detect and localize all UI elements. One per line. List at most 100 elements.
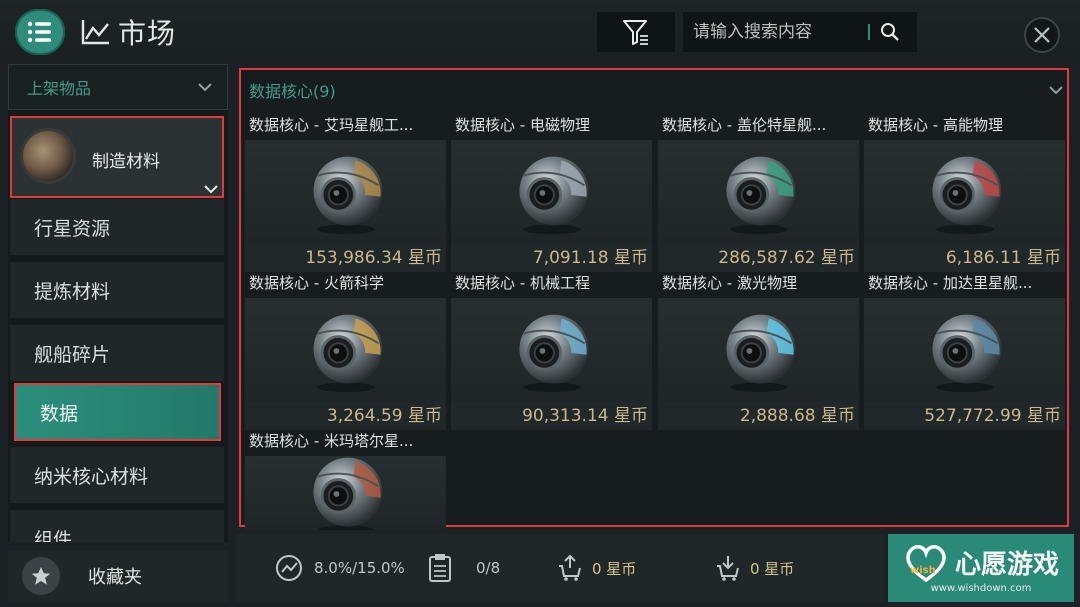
item-price: 3,264.59 星币: [245, 402, 446, 430]
item-image: [245, 456, 446, 530]
category-manufacturing-materials[interactable]: 制造材料: [10, 116, 224, 198]
datacore-orb-icon: [518, 314, 588, 393]
item-card[interactable]: 数据核心 - 机械工程 90,313.14 星币: [451, 272, 652, 432]
item-image: [245, 140, 446, 244]
heart-logo-icon: wish: [906, 544, 946, 582]
item-name: 数据核心 - 米玛塔尔星...: [249, 432, 414, 450]
category-sidebar: 上架物品 制造材料 行星资源 提炼材料 舰船碎片 数据 纳米核心材料 组件: [8, 64, 228, 542]
search-input[interactable]: [693, 22, 868, 42]
close-button[interactable]: [1024, 17, 1060, 53]
chevron-down-icon: [204, 185, 218, 194]
item-name: 数据核心 - 电磁物理: [455, 116, 590, 134]
sidebar-item-label: 纳米核心材料: [34, 465, 149, 488]
order-count-stat: 0/8: [428, 534, 500, 602]
item-name: 数据核心 - 加达里星舰...: [868, 274, 1033, 292]
item-price: 6,186.11 星币: [864, 244, 1065, 272]
sidebar-item-refined-materials[interactable]: 提炼材料: [10, 262, 224, 318]
item-price: 90,313.14 星币: [451, 402, 652, 430]
search-icon[interactable]: [880, 22, 900, 42]
buy-total-value: 0 星币: [750, 559, 795, 578]
datacore-orb-icon: [312, 457, 382, 530]
item-image: [658, 298, 859, 402]
item-card[interactable]: 数据核心 - 高能物理 6,186.11 星币: [864, 114, 1065, 274]
clipboard-icon: [429, 554, 451, 582]
item-list-panel: 数据核心(9) 数据核心 - 艾玛星舰工... 153,986.34 星币 数据核心…: [239, 68, 1069, 530]
trend-chart-icon: [81, 20, 109, 45]
filter-icon: [623, 20, 648, 45]
search-box: [683, 12, 917, 52]
item-card[interactable]: 数据核心 - 激光物理 2,888.68 星币: [658, 272, 859, 432]
item-name: 数据核心 - 火箭科学: [249, 274, 384, 292]
sidebar-item-components[interactable]: 组件: [10, 510, 224, 542]
item-price: 2,888.68 星币: [658, 402, 859, 430]
sell-total-value: 0 星币: [592, 559, 637, 578]
item-name: 数据核心 - 激光物理: [662, 274, 797, 292]
bottom-status-bar: 8.0%/15.0% 0/8 0 星币 0 星币: [236, 534, 884, 602]
item-image: [658, 140, 859, 244]
category-label: 制造材料: [92, 152, 160, 172]
datacore-orb-icon: [931, 314, 1001, 393]
datacore-orb-icon: [725, 156, 795, 235]
item-image: [451, 298, 652, 402]
sidebar-item-planetary-resources[interactable]: 行星资源: [10, 199, 224, 255]
watermark-overlay: wish 心愿游戏 www.wishdown.com: [888, 534, 1074, 602]
dropdown-label: 上架物品: [27, 79, 92, 98]
item-image: [864, 298, 1065, 402]
tax-rate-value: 8.0%/15.0%: [314, 559, 405, 577]
item-card[interactable]: 数据核心 - 加达里星舰... 527,772.99 星币: [864, 272, 1065, 432]
sidebar-item-label: 数据: [40, 402, 79, 425]
page-title: 市场: [118, 17, 177, 50]
sidebar-item-data[interactable]: 数据: [14, 383, 221, 441]
svg-text:wish: wish: [910, 565, 936, 576]
item-card[interactable]: 数据核心 - 米玛塔尔星...: [245, 430, 446, 530]
listing-type-dropdown[interactable]: 上架物品: [8, 64, 228, 110]
sidebar-item-label: 行星资源: [34, 217, 111, 240]
item-image: [245, 298, 446, 402]
watermark-url: www.wishdown.com: [930, 582, 1032, 594]
watermark-brand: 心愿游戏: [954, 550, 1059, 580]
sidebar-item-label: 舰船碎片: [34, 343, 111, 366]
item-card[interactable]: 数据核心 - 盖伦特星舰... 286,587.62 星币: [658, 114, 859, 274]
close-icon: [1034, 27, 1050, 43]
watermark-logo: wish 心愿游戏: [903, 543, 1059, 583]
buy-cart-icon: [717, 556, 739, 581]
item-name: 数据核心 - 艾玛星舰工...: [249, 116, 414, 134]
item-name: 数据核心 - 高能物理: [868, 116, 1003, 134]
datacore-orb-icon: [312, 314, 382, 393]
sell-cart-icon: [559, 554, 581, 581]
star-icon: [22, 557, 60, 595]
filter-button[interactable]: [597, 12, 675, 52]
sell-total-stat: 0 星币: [558, 534, 636, 602]
item-name: 数据核心 - 机械工程: [455, 274, 590, 292]
sidebar-item-ship-fragments[interactable]: 舰船碎片: [10, 325, 224, 381]
item-card[interactable]: 数据核心 - 火箭科学 3,264.59 星币: [245, 272, 446, 432]
datacore-orb-icon: [725, 314, 795, 393]
group-title: 数据核心(9): [249, 82, 336, 101]
item-card[interactable]: 数据核心 - 电磁物理 7,091.18 星币: [451, 114, 652, 274]
chevron-down-icon: [198, 83, 212, 92]
item-price: 286,587.62 星币: [658, 244, 859, 272]
group-header-datacores[interactable]: 数据核心(9): [249, 76, 1064, 104]
ore-thumbnail: [20, 128, 76, 184]
item-image: [451, 140, 652, 244]
title-area: 市场: [80, 12, 176, 52]
datacore-orb-icon: [931, 156, 1001, 235]
item-name: 数据核心 - 盖伦特星舰...: [662, 116, 827, 134]
sidebar-item-nano-core-materials[interactable]: 纳米核心材料: [10, 447, 224, 503]
top-bar: 市场: [0, 0, 1080, 64]
menu-button[interactable]: [15, 9, 65, 55]
hamburger-icon: [27, 21, 51, 43]
buy-total-stat: 0 星币: [716, 534, 794, 602]
tax-rate-stat: 8.0%/15.0%: [274, 534, 405, 602]
datacore-orb-icon: [312, 156, 382, 235]
sidebar-item-label: 提炼材料: [34, 280, 111, 303]
favorites-button[interactable]: 收藏夹: [8, 550, 228, 602]
item-price: 153,986.34 星币: [245, 244, 446, 272]
item-price: 7,091.18 星币: [451, 244, 652, 272]
item-card[interactable]: 数据核心 - 艾玛星舰工... 153,986.34 星币: [245, 114, 446, 274]
datacore-orb-icon: [518, 156, 588, 235]
item-price: 527,772.99 星币: [864, 402, 1065, 430]
tax-gauge-icon: [276, 555, 302, 581]
chevron-down-icon: [1049, 86, 1063, 95]
item-image: [864, 140, 1065, 244]
